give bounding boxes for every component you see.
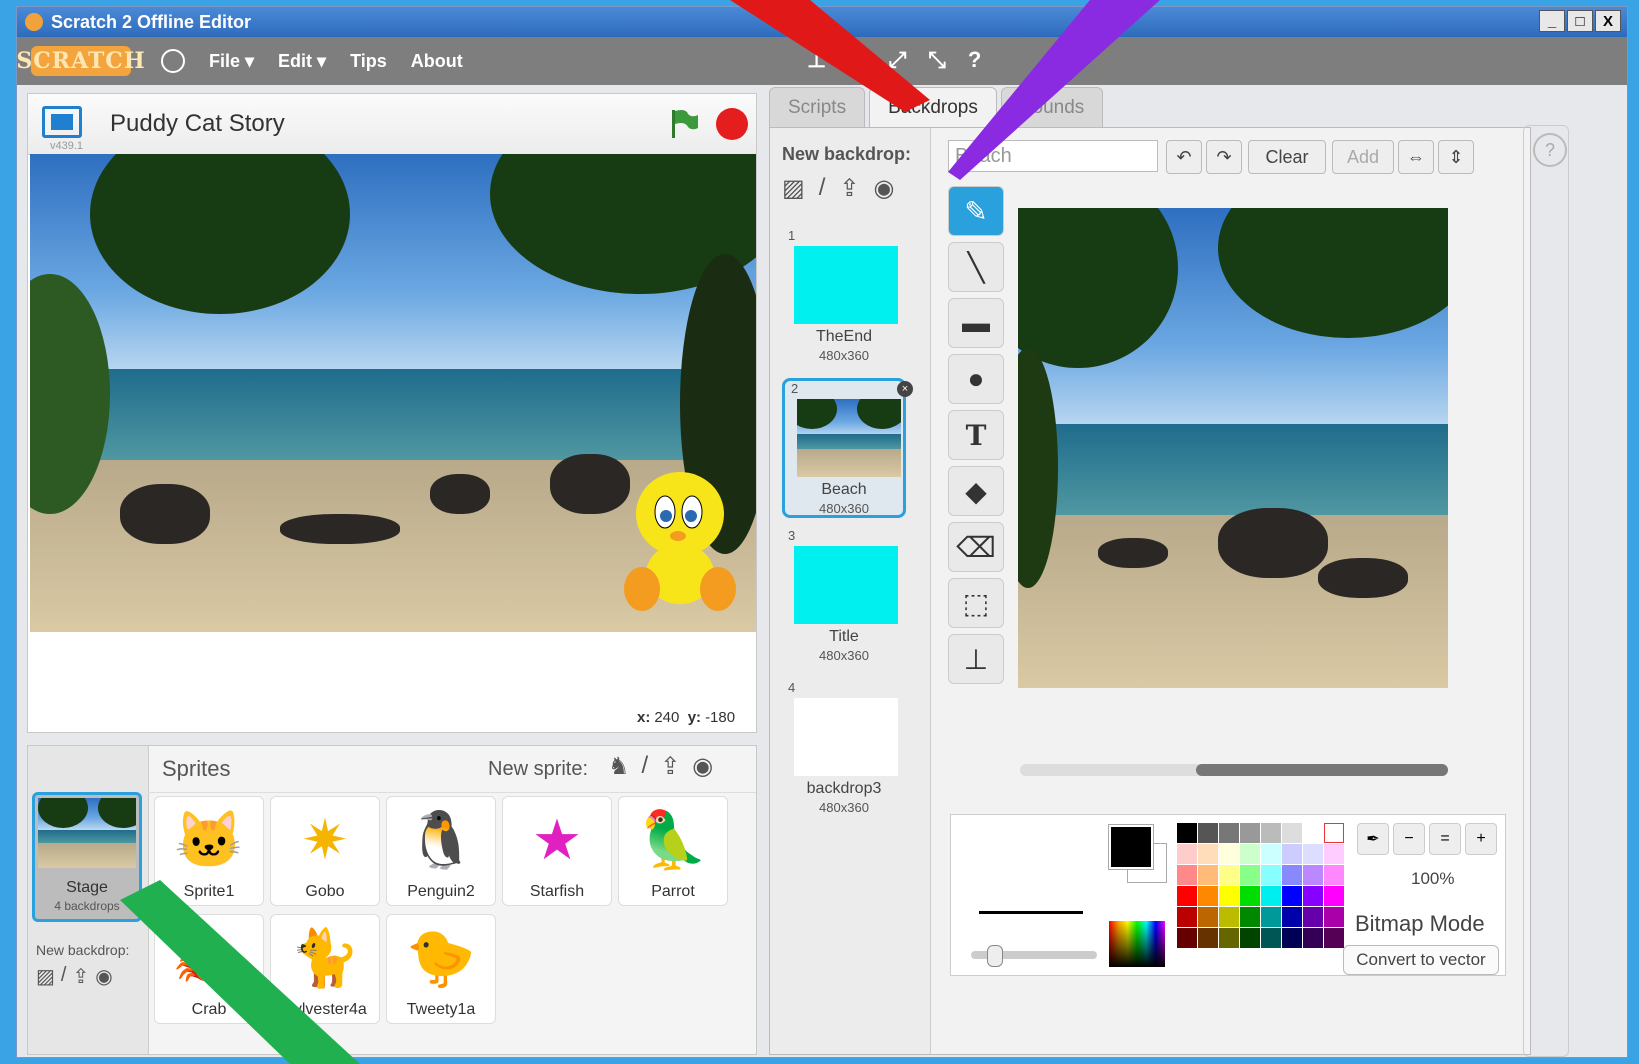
green-arrow [120,880,360,1064]
purple-arrow [948,0,1160,180]
red-arrow [730,0,930,112]
annotation-arrows [120,0,1160,1064]
